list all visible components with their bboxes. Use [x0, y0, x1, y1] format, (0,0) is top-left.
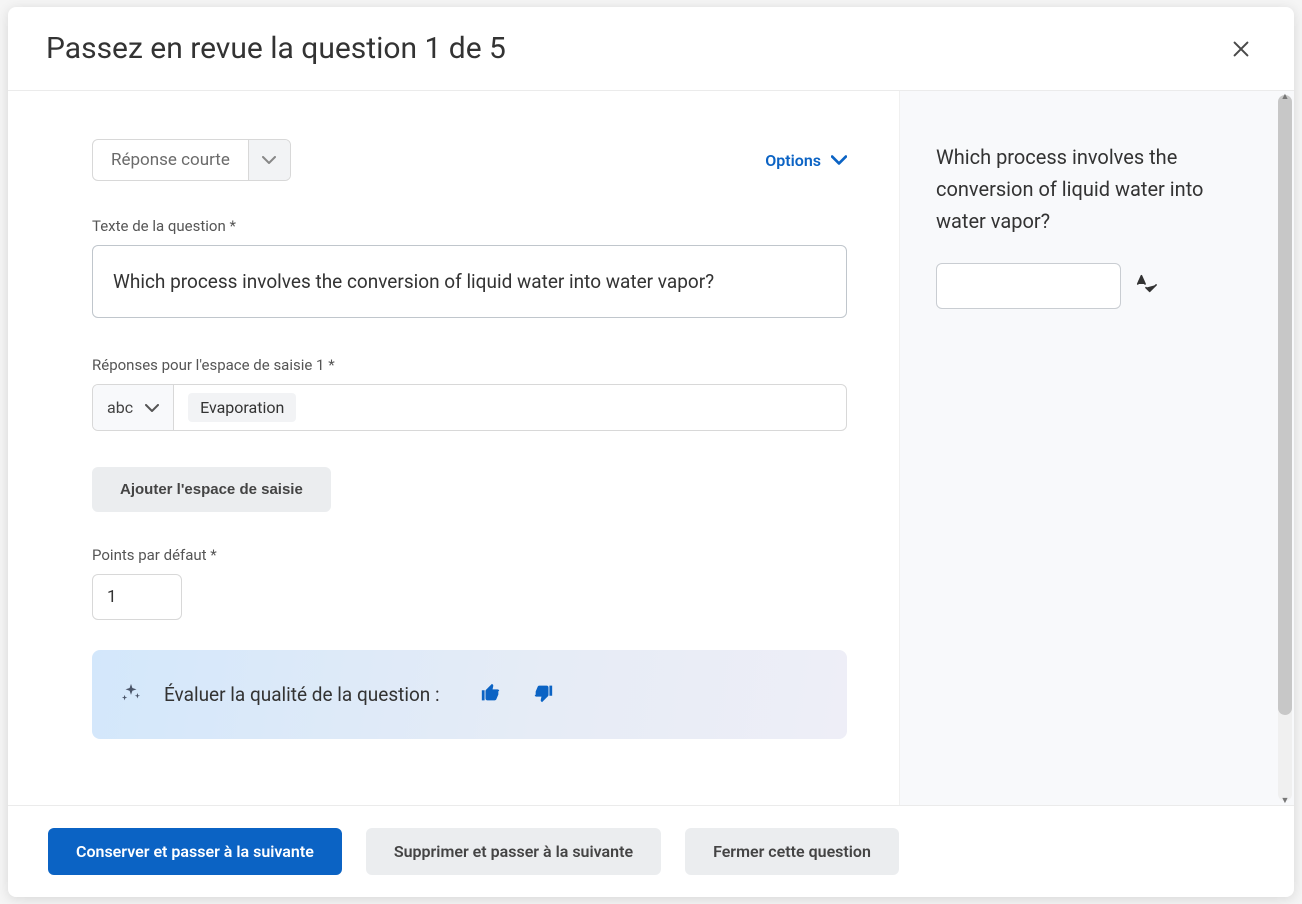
close-question-button[interactable]: Fermer cette question: [685, 828, 899, 875]
question-text-input[interactable]: [92, 245, 847, 318]
scroll-down-arrow[interactable]: ▼: [1278, 793, 1292, 805]
modal-body: Réponse courte Options Texte de la quest…: [8, 91, 1294, 805]
chevron-down-icon: [831, 155, 847, 165]
points-input[interactable]: [92, 574, 182, 620]
preview-answer-row: [936, 263, 1258, 309]
answers-label: Réponses pour l'espace de saisie 1 *: [92, 356, 847, 374]
thumbs-up-button[interactable]: [476, 678, 506, 711]
points-label: Points par défaut *: [92, 546, 847, 564]
scrollbar-thumb[interactable]: [1278, 95, 1292, 715]
thumbs-down-button[interactable]: [528, 678, 558, 711]
answer-tag[interactable]: Evaporation: [188, 393, 296, 422]
editor-panel: Réponse courte Options Texte de la quest…: [8, 91, 899, 805]
question-text-label: Texte de la question *: [92, 217, 847, 235]
preview-panel: Which process involves the conversion of…: [899, 91, 1294, 805]
preview-question-text: Which process involves the conversion of…: [936, 141, 1258, 237]
options-label: Options: [765, 151, 821, 170]
question-type-label: Réponse courte: [93, 150, 248, 170]
preview-answer-input[interactable]: [936, 263, 1121, 309]
close-icon: [1230, 38, 1252, 60]
answer-type-dropdown[interactable]: abc: [93, 385, 174, 430]
quality-rating-box: Évaluer la qualité de la question :: [92, 650, 847, 739]
add-input-space-button[interactable]: Ajouter l'espace de saisie: [92, 467, 331, 512]
chevron-down-icon: [248, 139, 290, 181]
thumbs-up-icon: [480, 682, 502, 704]
options-toggle[interactable]: Options: [765, 151, 847, 170]
question-type-row: Réponse courte Options: [92, 139, 847, 181]
answer-tags-container[interactable]: Evaporation: [174, 385, 846, 430]
modal-title: Passez en revue la question 1 de 5: [46, 31, 506, 66]
modal-footer: Conserver et passer à la suivante Suppri…: [8, 805, 1294, 897]
abc-label: abc: [107, 398, 133, 417]
review-question-modal: Passez en revue la question 1 de 5 Répon…: [8, 7, 1294, 897]
sparkle-icon: [120, 682, 142, 708]
scroll-up-arrow[interactable]: ▲: [1278, 91, 1292, 103]
delete-and-next-button[interactable]: Supprimer et passer à la suivante: [366, 828, 661, 875]
thumbs-down-icon: [532, 682, 554, 704]
answer-input-row: abc Evaporation: [92, 384, 847, 431]
modal-header: Passez en revue la question 1 de 5: [8, 7, 1294, 91]
quality-label: Évaluer la qualité de la question :: [164, 683, 440, 706]
save-and-next-button[interactable]: Conserver et passer à la suivante: [48, 828, 342, 875]
close-button[interactable]: [1226, 34, 1256, 64]
question-type-dropdown[interactable]: Réponse courte: [92, 139, 291, 181]
spellcheck-icon: [1135, 273, 1157, 299]
chevron-down-icon: [145, 404, 159, 412]
